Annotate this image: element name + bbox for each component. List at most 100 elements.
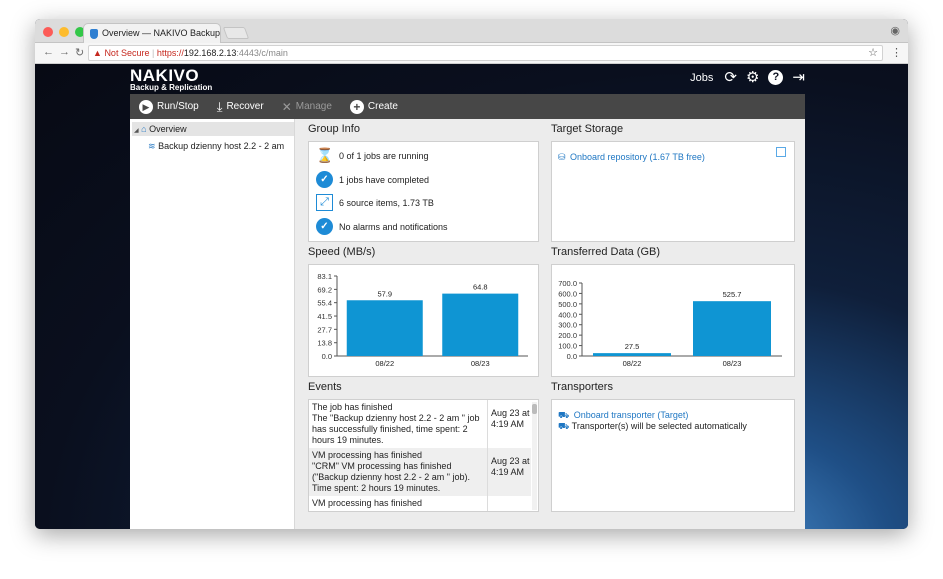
tree-child-label: Backup dzienny host 2.2 - 2 am [158,141,285,151]
gear-icon[interactable]: ⚙ [746,70,759,85]
check-icon: ✓ [316,218,333,235]
events-box: The job has finished The "Backup dzienny… [308,399,539,512]
event-message: VM processing has finished "CRM" VM proc… [312,450,484,494]
create-label: Create [367,101,398,112]
bar-value-label: 525.7 [723,290,742,299]
events-scrollbar[interactable] [532,402,537,510]
transporter-link[interactable]: Onboard transporter (Target) [574,410,689,420]
tab-title: Overview — NAKIVO Backup & × [102,28,221,38]
group-info-box: ⌛ 0 of 1 jobs are running ✓ 1 jobs have … [308,141,539,242]
header-nav: Jobs ⟳ ⚙ ? ⇥ [690,70,805,85]
tree-item-overview[interactable]: ◢ ⌂ Overview [132,122,294,136]
manage-label: Manage [295,101,332,112]
x-tick-label: 08/23 [471,359,490,368]
events-scroll-thumb[interactable] [532,404,537,414]
bookmark-star-icon[interactable]: ☆ [868,46,878,60]
tree-root-label: Overview [149,124,187,134]
bar-value-label: 64.8 [473,283,488,292]
hourglass-icon: ⌛ [316,147,334,163]
url-input[interactable]: ▲ Not Secure | https://192.168.2.13:4443… [88,45,883,61]
url-path: :4443/c/main [236,48,288,58]
group-info-title: Group Info [308,123,360,135]
tree-item-job[interactable]: ≋ Backup dzienny host 2.2 - 2 am [148,139,284,153]
speed-chart: 0.0 13.8 27.7 41.5 55.4 69.2 83.1 57.9 08/22 64.8… [317,272,528,368]
running-text: 0 of 1 jobs are running [339,150,429,161]
profile-icon[interactable]: ◉ [890,24,900,37]
main-content: ◢ ⌂ Overview ≋ Backup dzienny host 2.2 -… [130,119,805,529]
inventory-tree: ◢ ⌂ Overview ≋ Backup dzienny host 2.2 -… [130,119,295,529]
completed-row: ✓ 1 jobs have completed [316,171,429,188]
back-arrow-icon[interactable]: ← [43,46,54,58]
logo-sub: Backup & Replication [130,83,213,92]
run-stop-button[interactable]: ▶ Run/Stop [139,99,199,114]
bar [346,300,423,356]
check-icon: ✓ [316,171,333,188]
download-icon: ⤓ [216,98,223,114]
create-button[interactable]: + Create [349,99,398,114]
event-item[interactable]: VM processing has finished "CRM" VM proc… [309,448,531,496]
x-tick-label: 08/22 [623,359,642,368]
event-body: The "Backup dzienny host 2.2 - 2 am " jo… [312,413,480,445]
y-tick-label: 13.8 [317,339,332,348]
y-tick-label: 700.0 [558,279,577,288]
window-controls [43,27,85,37]
bar-value-label: 27.5 [625,342,640,351]
bar-value-label: 57.9 [377,289,392,298]
repo-checkbox[interactable] [776,147,786,157]
expand-icon[interactable]: ◢ [134,128,139,134]
event-body: "CRM" VM processing has finished ("Backu… [312,461,470,493]
event-heading: The job has finished [312,402,393,412]
warning-icon: ▲ [93,48,102,58]
event-item[interactable]: The job has finished The "Backup dzienny… [309,400,531,448]
truck-icon: ⛟ [558,410,570,420]
expand-arrows-icon: ⤢ [316,194,333,211]
target-storage-box: ⛁ Onboard repository (1.67 TB free) [551,141,795,242]
not-secure-label: Not Secure [104,48,150,58]
browser-menu-icon[interactable]: ⋮ [891,46,902,59]
event-heading: VM processing has finished [312,498,423,508]
plus-icon: + [349,99,364,114]
transferred-title: Transferred Data (GB) [551,246,661,258]
shield-icon [90,29,98,39]
recover-label: Recover [226,101,264,112]
close-window-button[interactable] [43,27,53,37]
manage-button[interactable]: ✕ Manage [282,100,332,114]
wrench-icon: ✕ [281,99,292,114]
recover-button[interactable]: ⤓ Recover [217,99,264,115]
minimize-window-button[interactable] [59,27,69,37]
browser-window: Overview — NAKIVO Backup & × ◉ ← → ↻ ▲ N… [35,19,908,529]
play-pause-icon: ▶ [139,99,153,114]
logout-icon[interactable]: ⇥ [792,70,805,85]
auto-row: ⛟ Transporter(s) will be selected automa… [558,421,747,433]
truck-icon: ⛟ [558,421,570,431]
y-tick-label: 83.1 [317,272,332,281]
y-tick-label: 400.0 [558,310,577,319]
nav-jobs[interactable]: Jobs [690,72,713,84]
alarms-row: ✓ No alarms and notifications [316,218,448,235]
y-tick-label: 100.0 [558,342,577,351]
y-tick-label: 69.2 [317,285,332,294]
repo-link[interactable]: Onboard repository (1.67 TB free) [570,152,705,162]
refresh-icon[interactable]: ⟳ [724,70,737,85]
event-item[interactable]: VM processing has finished [309,496,531,511]
alarms-text: No alarms and notifications [339,221,448,232]
help-icon[interactable]: ? [768,70,784,85]
forward-arrow-icon[interactable]: → [59,46,70,58]
app-header: NAKIVO Backup & Replication Jobs ⟳ ⚙ ? ⇥ [130,64,805,94]
run-stop-label: Run/Stop [157,101,199,112]
transporters-title: Transporters [551,381,613,393]
browser-tab[interactable]: Overview — NAKIVO Backup & × [83,23,221,43]
speed-chart-box: 0.0 13.8 27.7 41.5 55.4 69.2 83.1 57.9 08/22 64.8… [308,264,539,377]
y-tick-label: 27.7 [317,325,332,334]
reload-icon[interactable]: ↻ [75,46,84,59]
new-tab-button[interactable] [222,27,250,39]
stack-icon: ≋ [148,141,156,151]
url-host: 192.168.2.13 [183,48,237,58]
event-heading: VM processing has finished [312,450,423,460]
y-tick-label: 200.0 [558,331,577,340]
auto-text: Transporter(s) will be selected automati… [571,421,747,431]
repo-row: ⛁ Onboard repository (1.67 TB free) [558,147,705,165]
address-bar: ← → ↻ ▲ Not Secure | https://192.168.2.1… [35,43,908,64]
main-toolbar: ▶ Run/Stop ⤓ Recover ✕ Manage + Create [130,94,805,119]
y-tick-label: 300.0 [558,321,577,330]
